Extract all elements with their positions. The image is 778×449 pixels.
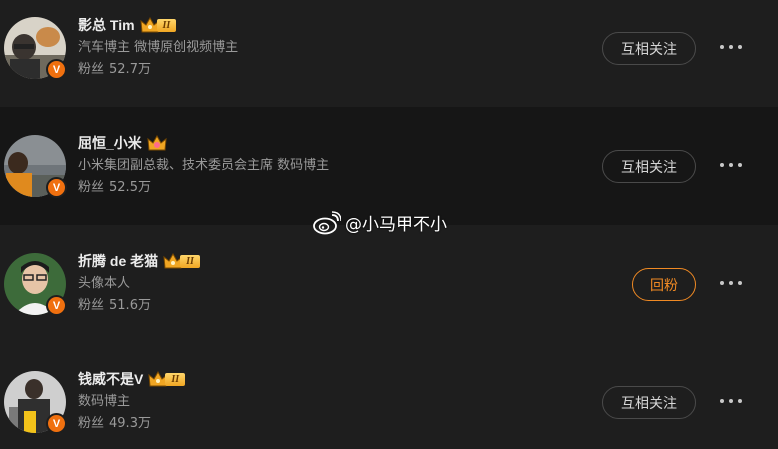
- watermark-text: @小马甲不小: [345, 215, 447, 235]
- level-label: II: [156, 18, 177, 32]
- user-info: 影总 Tim II 汽车博主 微博原创视频博主 粉丝 52.7万: [78, 15, 238, 79]
- user-info: 钱威不是V II 数码博主 粉丝 49.3万: [78, 369, 186, 433]
- list-item: V 折腾 de 老猫 II 头像本人 粉丝 51.6万 回粉: [0, 225, 778, 343]
- fans-count: 粉丝 51.6万: [78, 298, 151, 313]
- verified-badge-icon: V: [46, 295, 67, 316]
- more-options-icon[interactable]: [720, 157, 742, 173]
- user-description: 数码博主: [78, 394, 131, 409]
- user-description: 头像本人: [78, 276, 131, 291]
- avatar[interactable]: V: [4, 371, 67, 434]
- weibo-logo-icon: [313, 210, 341, 234]
- user-name[interactable]: 折腾 de 老猫: [78, 251, 158, 271]
- avatar[interactable]: V: [4, 253, 67, 316]
- level-badge-icon: II: [139, 16, 177, 34]
- follow-button[interactable]: 互相关注: [602, 386, 696, 419]
- level-badge-icon: II: [148, 370, 186, 388]
- user-description: 汽车博主 微博原创视频博主: [78, 40, 239, 55]
- verified-badge-icon: V: [46, 413, 67, 434]
- fans-count: 粉丝 52.7万: [78, 62, 151, 77]
- list-item: V 钱威不是V II 数码博主 粉丝 49.3万 互相关注: [0, 343, 778, 449]
- level-label: II: [180, 254, 200, 268]
- fans-count: 粉丝 52.5万: [78, 180, 151, 195]
- fans-count: 粉丝 49.3万: [78, 416, 151, 431]
- user-name[interactable]: 屈恒_小米: [78, 133, 142, 153]
- follow-button[interactable]: 互相关注: [602, 150, 696, 183]
- list-item: V 影总 Tim II 汽车博主 微博原创视频博主 粉丝 52.7万 互相关注: [0, 0, 778, 107]
- avatar[interactable]: V: [4, 135, 67, 198]
- more-options-icon[interactable]: [720, 39, 742, 55]
- user-info: 折腾 de 老猫 II 头像本人 粉丝 51.6万: [78, 251, 200, 315]
- list-item: V 屈恒_小米 小米集团副总裁、技术委员会主席 数码博主 粉丝 52.5万 互相关…: [0, 107, 778, 225]
- user-name[interactable]: 钱威不是V: [78, 369, 143, 389]
- more-options-icon[interactable]: [720, 275, 742, 291]
- more-options-icon[interactable]: [720, 393, 742, 409]
- user-description: 小米集团副总裁、技术委员会主席 数码博主: [78, 158, 330, 173]
- verified-badge-icon: V: [46, 59, 67, 80]
- avatar[interactable]: V: [4, 17, 67, 80]
- watermark: @小马甲不小: [313, 210, 447, 235]
- verified-badge-icon: V: [46, 177, 67, 198]
- level-badge-icon: II: [163, 252, 200, 270]
- level-badge-icon: [147, 134, 167, 152]
- follow-back-button[interactable]: 回粉: [632, 268, 696, 301]
- user-name[interactable]: 影总 Tim: [78, 15, 135, 35]
- level-label: II: [165, 372, 186, 386]
- follow-button[interactable]: 互相关注: [602, 32, 696, 65]
- user-info: 屈恒_小米 小米集团副总裁、技术委员会主席 数码博主 粉丝 52.5万: [78, 133, 329, 197]
